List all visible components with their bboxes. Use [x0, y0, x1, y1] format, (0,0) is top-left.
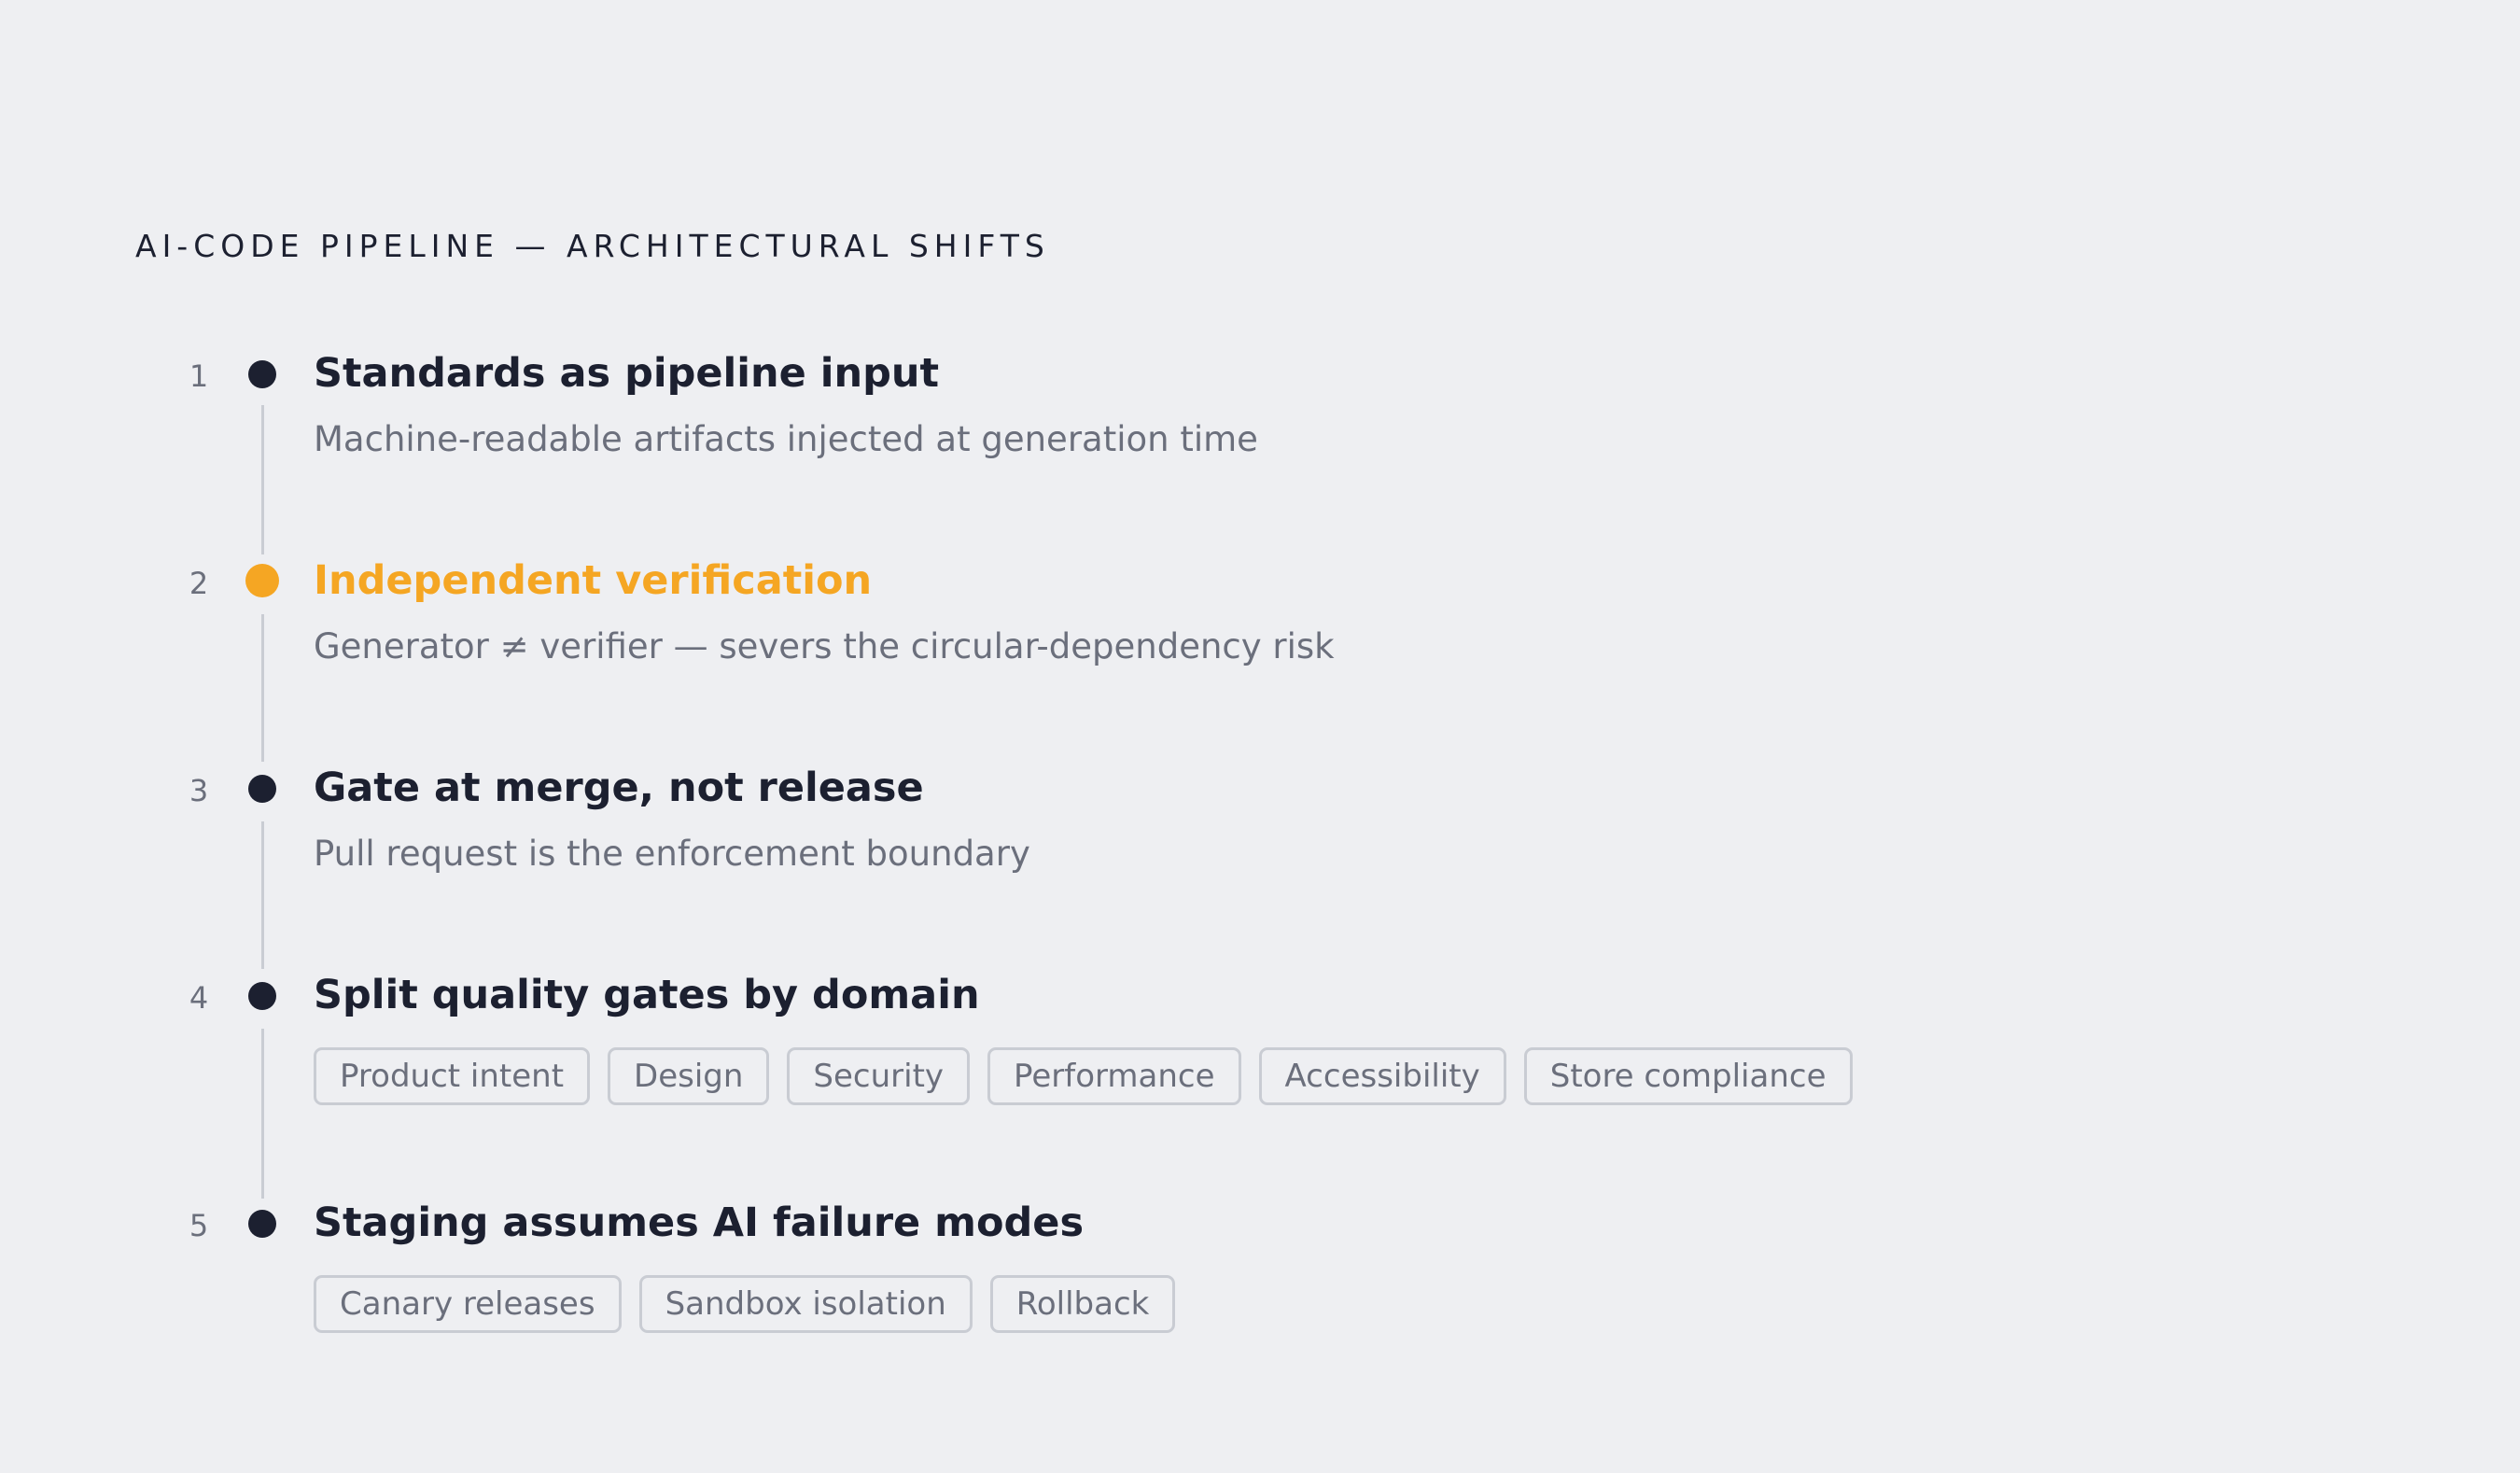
failure-mode-tag-list: Canary releases Sandbox isolation Rollba… [314, 1275, 1176, 1333]
timeline-connector [261, 405, 264, 554]
tag-accessibility: Accessibility [1258, 1047, 1506, 1105]
timeline-connector [261, 614, 264, 762]
domain-tag-list: Product intent Design Security Performan… [314, 1047, 1853, 1105]
step-description: Machine-readable artifacts injected at g… [314, 419, 1258, 459]
tag-design: Design [608, 1047, 770, 1105]
step-marker-dot [248, 360, 276, 388]
step-description: Pull request is the enforcement boundary [314, 834, 1030, 874]
step-title: Standards as pipeline input [314, 350, 940, 397]
step-title: Gate at merge, not release [314, 765, 924, 811]
tag-security: Security [787, 1047, 971, 1105]
tag-store-compliance: Store compliance [1523, 1047, 1853, 1105]
step-marker-dot [245, 564, 279, 597]
step-marker-dot [248, 1210, 276, 1238]
step-title: Split quality gates by domain [314, 972, 980, 1018]
step-description: Generator ≠ verifier — severs the circul… [314, 626, 1335, 666]
tag-rollback: Rollback [989, 1275, 1176, 1333]
page-title: AI-CODE PIPELINE — ARCHITECTURAL SHIFTS [135, 228, 1050, 264]
step-number: 4 [189, 980, 209, 1016]
step-title: Staging assumes AI failure modes [314, 1199, 1085, 1246]
step-number: 5 [189, 1208, 209, 1243]
step-title: Independent verification [314, 557, 873, 604]
step-number: 2 [189, 566, 209, 601]
timeline-connector [261, 1029, 264, 1199]
tag-canary-releases: Canary releases [314, 1275, 622, 1333]
step-marker-dot [248, 982, 276, 1010]
tag-sandbox-isolation: Sandbox isolation [638, 1275, 973, 1333]
tag-product-intent: Product intent [314, 1047, 591, 1105]
step-number: 1 [189, 358, 209, 394]
timeline-connector [261, 821, 264, 969]
step-number: 3 [189, 773, 209, 808]
step-marker-dot [248, 775, 276, 803]
tag-performance: Performance [987, 1047, 1241, 1105]
